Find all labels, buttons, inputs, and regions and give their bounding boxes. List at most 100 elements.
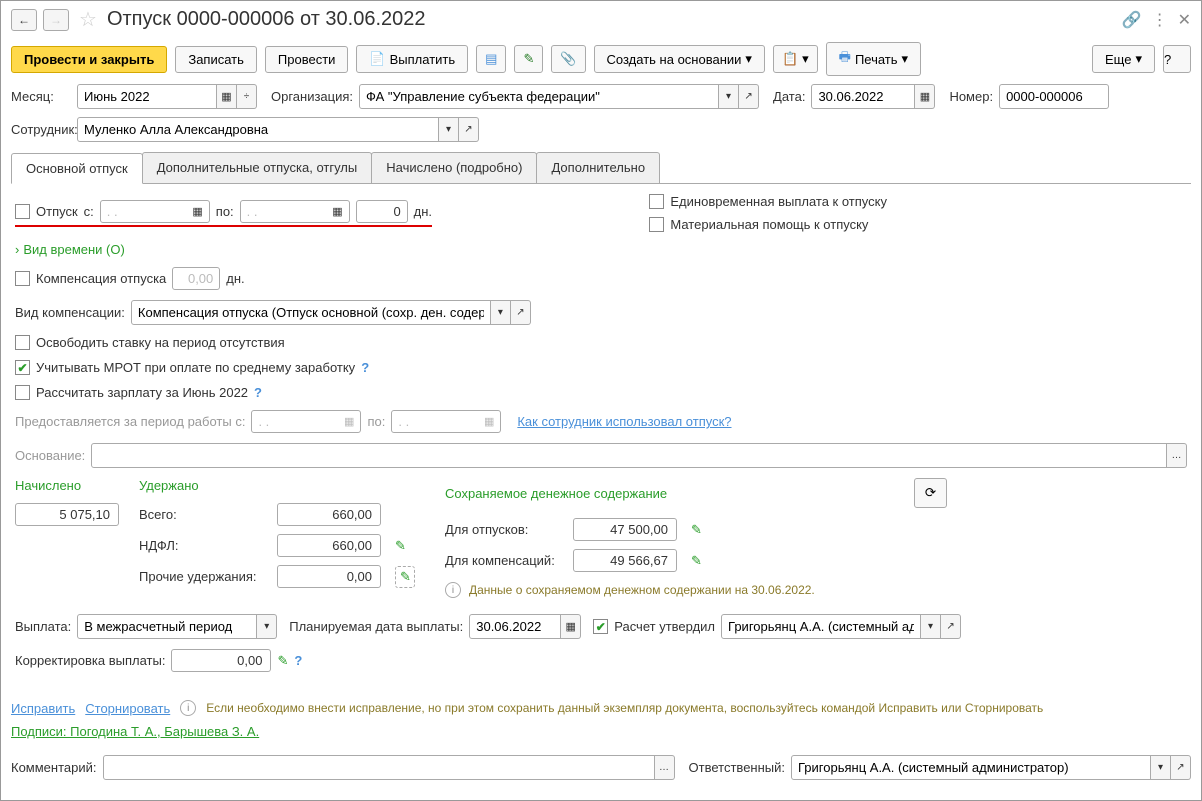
basis-input[interactable] xyxy=(91,443,1167,468)
open-button[interactable]: ↗ xyxy=(1171,755,1191,780)
org-input[interactable] xyxy=(359,84,719,109)
date-from-input[interactable]: . .▦ xyxy=(100,200,210,223)
for-vacation-value[interactable]: 47 500,00 xyxy=(573,518,677,541)
comp-type-label: Вид компенсации: xyxy=(15,305,125,320)
nav-back-button[interactable]: ← xyxy=(11,9,37,31)
fix-link[interactable]: Исправить xyxy=(11,701,75,716)
print-button[interactable]: 🖶 Печать ▾ xyxy=(826,42,921,76)
pay-button[interactable]: 📄Выплатить xyxy=(356,45,468,73)
pencil-icon[interactable]: ✎ xyxy=(277,653,288,669)
stepper-button[interactable]: ÷ xyxy=(237,84,257,109)
responsible-label: Ответственный: xyxy=(689,760,785,775)
select-button[interactable]: … xyxy=(655,755,675,780)
approver-input[interactable] xyxy=(721,614,921,639)
time-type-expand[interactable]: ›Вид времени (О) xyxy=(15,242,125,257)
correction-value[interactable]: 0,00 xyxy=(171,649,271,672)
period-to-input[interactable]: . .▦ xyxy=(391,410,501,433)
calendar-button[interactable]: ▦ xyxy=(217,84,237,109)
calendar-icon: ▦ xyxy=(192,205,202,218)
attach-button[interactable]: 📎 xyxy=(551,45,585,73)
dropdown-button[interactable]: ▾ xyxy=(1151,755,1171,780)
tab-extra[interactable]: Дополнительно xyxy=(536,152,660,183)
close-icon[interactable]: ✕ xyxy=(1178,10,1191,30)
for-comp-value[interactable]: 49 566,67 xyxy=(573,549,677,572)
tab-additional-vacations[interactable]: Дополнительные отпуска, отгулы xyxy=(142,152,373,183)
pencil-icon[interactable]: ✎ xyxy=(395,566,415,588)
date-to-input[interactable]: . .▦ xyxy=(240,200,350,223)
dropdown-button[interactable]: ▾ xyxy=(439,117,459,142)
vacation-checkbox[interactable] xyxy=(15,204,30,219)
fix-info-text: Если необходимо внести исправление, но п… xyxy=(206,701,1043,715)
calendar-button[interactable]: ▦ xyxy=(561,614,581,639)
post-button[interactable]: Провести xyxy=(265,46,349,73)
approved-checkbox[interactable] xyxy=(593,619,608,634)
reverse-link[interactable]: Сторнировать xyxy=(85,701,170,716)
other-value[interactable]: 0,00 xyxy=(277,565,381,588)
saved-info-text: Данные о сохраняемом денежном содержании… xyxy=(469,583,815,597)
save-button[interactable]: Записать xyxy=(175,46,257,73)
menu-dots-icon[interactable]: ⋮ xyxy=(1152,10,1168,30)
help-button[interactable]: ? xyxy=(1163,45,1191,73)
sheet-button[interactable]: 📋 ▾ xyxy=(773,45,818,73)
release-rate-label: Освободить ставку на период отсутствия xyxy=(36,335,285,350)
usage-link[interactable]: Как сотрудник использовал отпуск? xyxy=(517,414,731,429)
compensation-days-input[interactable]: 0,00 xyxy=(172,267,220,290)
mat-help-checkbox[interactable] xyxy=(649,217,664,232)
release-rate-checkbox[interactable] xyxy=(15,335,30,350)
paperclip-icon: 📎 xyxy=(560,51,576,67)
open-button[interactable]: ↗ xyxy=(941,614,961,639)
tab-main-vacation[interactable]: Основной отпуск xyxy=(11,153,143,184)
comp-type-input[interactable] xyxy=(131,300,491,325)
signatures-link[interactable]: Подписи: Погодина Т. А., Барышева З. А. xyxy=(11,724,259,739)
employee-input[interactable] xyxy=(77,117,439,142)
pencil-icon[interactable]: ✎ xyxy=(395,538,415,554)
pencil-icon[interactable]: ✎ xyxy=(691,522,711,538)
dropdown-button[interactable]: ▾ xyxy=(257,614,277,639)
help-icon[interactable]: ? xyxy=(294,653,302,668)
comment-input[interactable] xyxy=(103,755,655,780)
nav-forward-button[interactable]: → xyxy=(43,9,69,31)
open-button[interactable]: ↗ xyxy=(459,117,479,142)
number-input[interactable] xyxy=(999,84,1109,109)
month-input[interactable] xyxy=(77,84,217,109)
select-button[interactable]: … xyxy=(1167,443,1187,468)
more-button[interactable]: Еще ▾ xyxy=(1092,45,1155,73)
calendar-button[interactable]: ▦ xyxy=(915,84,935,109)
date-input[interactable] xyxy=(811,84,915,109)
plan-date-input[interactable] xyxy=(469,614,561,639)
responsible-input[interactable] xyxy=(791,755,1151,780)
accrued-header: Начислено xyxy=(15,478,119,493)
days-unit: дн. xyxy=(226,271,244,286)
days-input[interactable]: 0 xyxy=(356,200,408,223)
withheld-header: Удержано xyxy=(139,478,415,493)
help-icon[interactable]: ? xyxy=(361,360,369,375)
compensation-checkbox[interactable] xyxy=(15,271,30,286)
post-and-close-button[interactable]: Провести и закрыть xyxy=(11,46,167,73)
accrued-value[interactable]: 5 075,10 xyxy=(15,503,119,526)
mrot-checkbox[interactable] xyxy=(15,360,30,375)
document-button[interactable]: ▤ xyxy=(476,45,506,73)
link-icon[interactable]: 🔗 xyxy=(1122,10,1142,30)
total-value[interactable]: 660,00 xyxy=(277,503,381,526)
calc-salary-checkbox[interactable] xyxy=(15,385,30,400)
chevron-down-icon: ▾ xyxy=(902,51,909,67)
favorite-star-icon[interactable]: ☆ xyxy=(79,7,97,32)
tab-accrued-details[interactable]: Начислено (подробно) xyxy=(371,152,537,183)
to-label: по: xyxy=(216,204,234,219)
refresh-button[interactable]: ⟳ xyxy=(914,478,947,508)
open-button[interactable]: ↗ xyxy=(511,300,531,325)
payment-input[interactable] xyxy=(77,614,257,639)
pencil-icon[interactable]: ✎ xyxy=(691,553,711,569)
dropdown-button[interactable]: ▾ xyxy=(491,300,511,325)
create-based-button[interactable]: Создать на основании ▾ xyxy=(594,45,765,73)
chevron-down-icon: ▾ xyxy=(802,51,809,67)
help-icon[interactable]: ? xyxy=(254,385,262,400)
dropdown-button[interactable]: ▾ xyxy=(921,614,941,639)
open-button[interactable]: ↗ xyxy=(739,84,759,109)
calendar-icon: ▦ xyxy=(221,90,231,103)
ndfl-value[interactable]: 660,00 xyxy=(277,534,381,557)
lump-sum-checkbox[interactable] xyxy=(649,194,664,209)
dropdown-button[interactable]: ▾ xyxy=(719,84,739,109)
edit-button[interactable]: ✎ xyxy=(514,45,543,73)
period-from-input[interactable]: . .▦ xyxy=(251,410,361,433)
